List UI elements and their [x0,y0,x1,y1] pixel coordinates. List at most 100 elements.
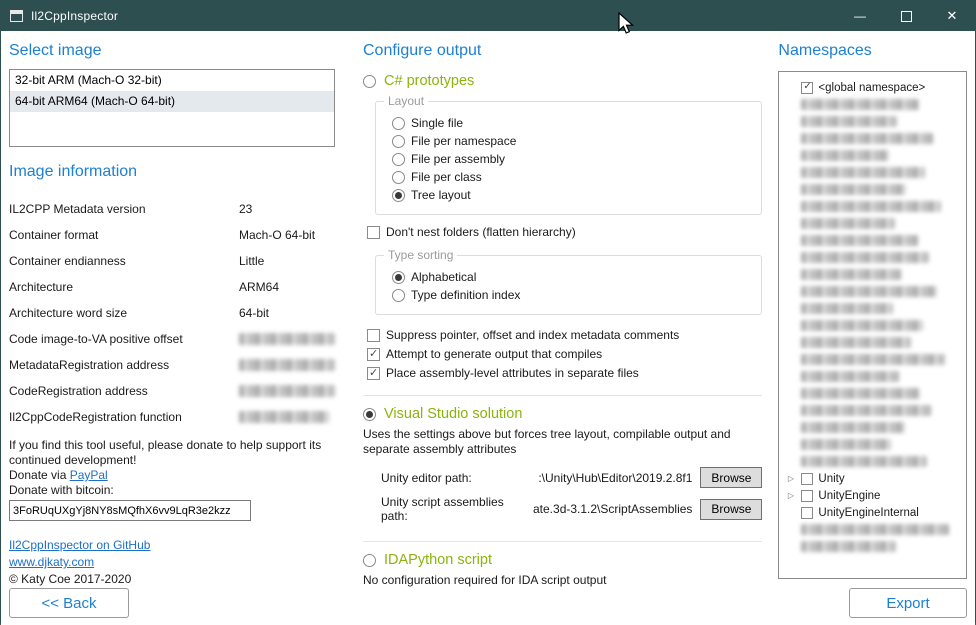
namespace-checkbox[interactable] [801,473,813,485]
namespaces-heading: Namespaces [778,41,967,61]
radio-icon [392,153,405,166]
namespace-row-redacted [785,385,962,402]
github-link[interactable]: Il2CppInspector on GitHub [9,538,150,552]
expander-icon[interactable]: ▷ [785,487,796,504]
type-sorting-option-label: Type definition index [411,288,520,302]
namespaces-panel: Namespaces <global namespace>▷Unity▷Unit… [778,39,967,618]
image-listbox[interactable]: 32-bit ARM (Mach-O 32-bit)64-bit ARM64 (… [9,69,335,147]
layout-option[interactable]: Single file [392,114,751,132]
info-row: Container endiannessLittle [9,248,335,274]
bitcoin-address-input[interactable] [9,500,251,521]
redacted-namespace [801,218,895,229]
csharp-prototypes-label: C# prototypes [384,73,474,89]
attributes-checkbox-label: Place assembly-level attributes in separ… [386,366,639,380]
type-sorting-option[interactable]: Alphabetical [392,268,751,286]
back-button[interactable]: << Back [9,588,129,618]
namespace-row[interactable]: ▷ Unity [785,470,962,487]
image-list-item[interactable]: 32-bit ARM (Mach-O 32-bit) [10,70,334,91]
namespace-row-redacted [785,164,962,181]
info-label: IL2CPP Metadata version [9,202,239,216]
attributes-checkbox-row[interactable]: Place assembly-level attributes in separ… [367,366,762,380]
image-list-item[interactable]: 64-bit ARM64 (Mach-O 64-bit) [10,91,334,112]
namespace-row-redacted [785,402,962,419]
compile-checkbox-label: Attempt to generate output that compiles [386,347,602,361]
redacted-namespace [801,167,925,178]
namespace-row-redacted [785,198,962,215]
expander-icon[interactable]: ▷ [785,470,796,487]
type-sorting-option-label: Alphabetical [411,270,476,284]
namespace-row[interactable]: UnityEngineInternal [785,504,962,521]
namespace-row-redacted [785,232,962,249]
namespace-row-redacted [785,538,962,555]
unity-editor-path-label: Unity editor path: [381,471,533,485]
namespace-list[interactable]: <global namespace> ▷ Unity ▷UnityEngineUnit… [778,71,967,579]
info-row: Code image-to-VA positive offset [9,326,335,352]
namespace-row-redacted [785,147,962,164]
links-block: Il2CppInspector on GitHub www.djkaty.com… [9,537,335,588]
checkbox-icon [367,348,380,361]
export-button[interactable]: Export [849,588,967,618]
layout-option-label: File per assembly [411,152,505,166]
namespace-row-redacted [785,283,962,300]
namespace-row-redacted [785,368,962,385]
unity-script-path-value: ate.3d-3.1.2\ScriptAssemblies [533,502,700,516]
namespace-row-redacted [785,419,962,436]
redacted-namespace [801,269,901,280]
maximize-button[interactable] [883,1,929,31]
info-label: MetadataRegistration address [9,358,239,372]
donation-text: If you find this tool useful, please don… [9,438,335,521]
info-row: Container formatMach-O 64-bit [9,222,335,248]
compile-checkbox-row[interactable]: Attempt to generate output that compiles [367,347,762,361]
namespace-checkbox[interactable] [801,490,813,502]
layout-option[interactable]: File per namespace [392,132,751,150]
redacted-namespace [801,303,893,314]
namespace-label: <global namespace> [818,82,925,94]
separator [363,541,762,542]
visual-studio-option[interactable]: Visual Studio solution [363,406,762,422]
layout-option[interactable]: Tree layout [392,186,751,204]
minimize-button[interactable]: — [837,1,883,31]
redacted-namespace [801,286,937,297]
layout-groupbox: Layout Single fileFile per namespaceFile… [375,101,762,215]
info-label: Il2CppCodeRegistration function [9,410,239,424]
layout-option-label: File per namespace [411,134,516,148]
namespace-row-redacted [785,300,962,317]
namespace-row-redacted [785,96,962,113]
flatten-checkbox-row[interactable]: Don't nest folders (flatten hierarchy) [367,225,762,239]
redacted-namespace [801,388,920,399]
redacted-namespace [801,337,911,348]
website-link[interactable]: www.djkaty.com [9,555,94,569]
info-row: Il2CppCodeRegistration function [9,404,335,430]
layout-option[interactable]: File per class [392,168,751,186]
redacted-namespace [801,252,929,263]
namespace-checkbox[interactable] [801,507,813,519]
unity-script-path-label: Unity script assemblies path: [381,495,533,523]
window-title: Il2CppInspector [31,9,118,23]
type-sorting-option[interactable]: Type definition index [392,286,751,304]
info-row: IL2CPP Metadata version23 [9,196,335,222]
namespace-checkbox[interactable] [801,82,813,94]
unity-editor-path-row: Unity editor path: :\Unity\Hub\Editor\20… [381,467,762,488]
paypal-link[interactable]: PayPal [70,468,108,482]
namespace-row[interactable]: ▷UnityEngine [785,487,962,504]
suppress-checkbox-row[interactable]: Suppress pointer, offset and index metad… [367,328,762,342]
namespace-label: Unity [818,473,844,485]
close-button[interactable]: ✕ [929,1,975,31]
configure-output-heading: Configure output [363,41,762,61]
csharp-prototypes-option[interactable]: C# prototypes [363,73,762,89]
redacted-namespace [801,354,945,365]
layout-option[interactable]: File per assembly [392,150,751,168]
redacted-namespace [801,405,931,416]
namespace-row[interactable]: <global namespace> [785,79,962,96]
radio-icon [392,171,405,184]
checkbox-icon [367,226,380,239]
redacted-namespace [801,320,923,331]
idapython-option[interactable]: IDAPython script [363,552,762,568]
redacted-namespace [801,99,919,110]
browse-editor-button[interactable]: Browse [700,467,762,488]
visual-studio-label: Visual Studio solution [384,406,522,422]
titlebar[interactable]: Il2CppInspector — ✕ [1,1,975,31]
redacted-namespace [801,422,905,433]
namespace-row-redacted [785,453,962,470]
browse-script-button[interactable]: Browse [700,499,762,520]
